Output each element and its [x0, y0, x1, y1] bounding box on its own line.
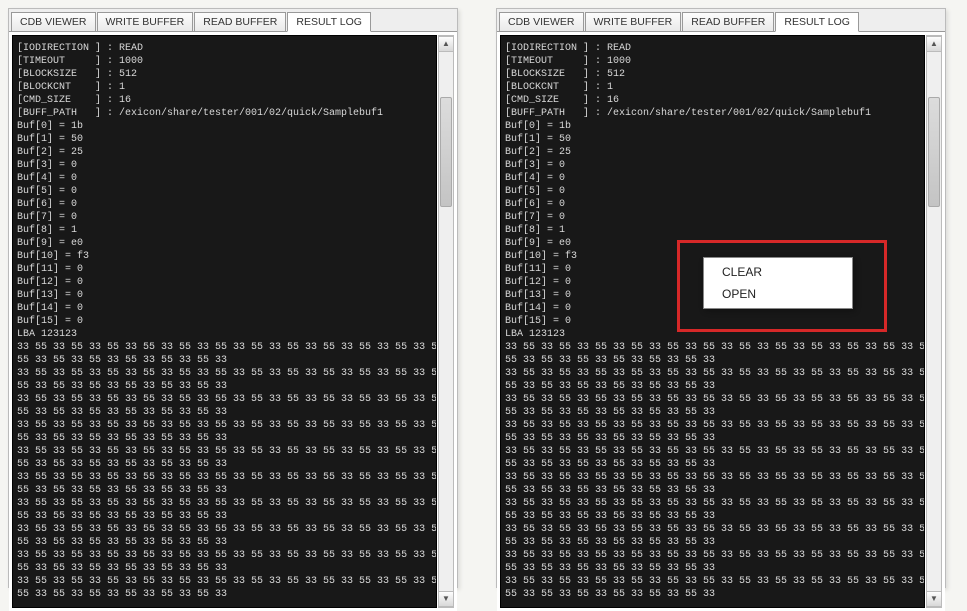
tab-write-buffer[interactable]: WRITE BUFFER [585, 12, 682, 32]
scroll-thumb[interactable] [440, 97, 452, 207]
tab-bar: CDB VIEWER WRITE BUFFER READ BUFFER RESU… [9, 9, 457, 31]
tab-result-log[interactable]: RESULT LOG [287, 12, 371, 32]
scroll-down-button[interactable]: ▼ [439, 591, 453, 607]
scroll-up-button[interactable]: ▲ [439, 36, 453, 52]
tab-cdb-viewer[interactable]: CDB VIEWER [499, 12, 584, 32]
scroll-up-button[interactable]: ▲ [927, 36, 941, 52]
scroll-down-button[interactable]: ▼ [927, 591, 941, 607]
tab-write-buffer[interactable]: WRITE BUFFER [97, 12, 194, 32]
result-log-textarea[interactable]: [IODIRECTION ] : READ [TIMEOUT ] : 1000 … [500, 35, 925, 608]
tab-body: [IODIRECTION ] : READ [TIMEOUT ] : 1000 … [497, 31, 945, 611]
scroll-track[interactable] [439, 52, 453, 591]
tab-result-log[interactable]: RESULT LOG [775, 12, 859, 32]
tab-read-buffer[interactable]: READ BUFFER [194, 12, 286, 32]
tab-read-buffer[interactable]: READ BUFFER [682, 12, 774, 32]
left-panel: CDB VIEWER WRITE BUFFER READ BUFFER RESU… [8, 8, 458, 588]
tab-cdb-viewer[interactable]: CDB VIEWER [11, 12, 96, 32]
context-menu-clear[interactable]: CLEAR [704, 261, 852, 283]
tab-body: [IODIRECTION ] : READ [TIMEOUT ] : 1000 … [9, 31, 457, 611]
tab-bar: CDB VIEWER WRITE BUFFER READ BUFFER RESU… [497, 9, 945, 31]
result-log-textarea[interactable]: [IODIRECTION ] : READ [TIMEOUT ] : 1000 … [12, 35, 437, 608]
context-menu-open[interactable]: OPEN [704, 283, 852, 305]
context-menu: CLEAR OPEN [703, 257, 853, 309]
vertical-scrollbar[interactable]: ▲ ▼ [926, 35, 942, 608]
right-panel: CDB VIEWER WRITE BUFFER READ BUFFER RESU… [496, 8, 946, 588]
vertical-scrollbar[interactable]: ▲ ▼ [438, 35, 454, 608]
scroll-track[interactable] [927, 52, 941, 591]
scroll-thumb[interactable] [928, 97, 940, 207]
